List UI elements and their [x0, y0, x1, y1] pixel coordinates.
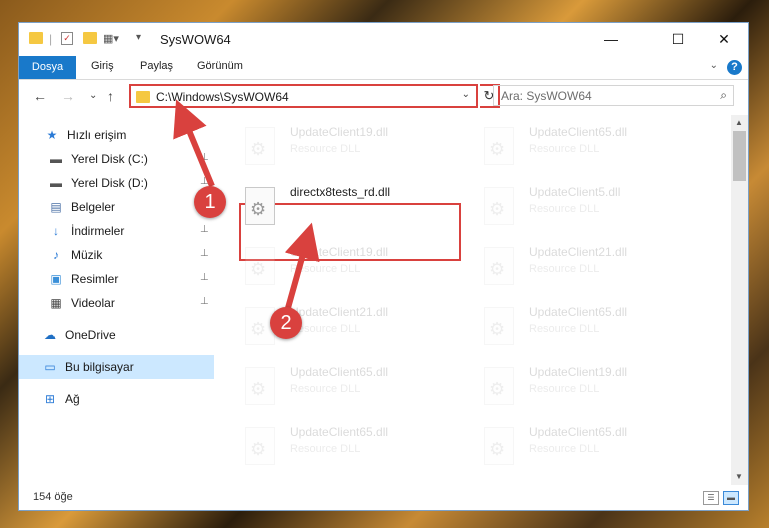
callout-arrows	[173, 99, 320, 309]
callout-marker-2: 2	[270, 307, 302, 339]
arrow-to-address	[173, 99, 215, 188]
arrow-to-file	[284, 222, 320, 309]
callout-marker-1: 1	[194, 186, 226, 218]
